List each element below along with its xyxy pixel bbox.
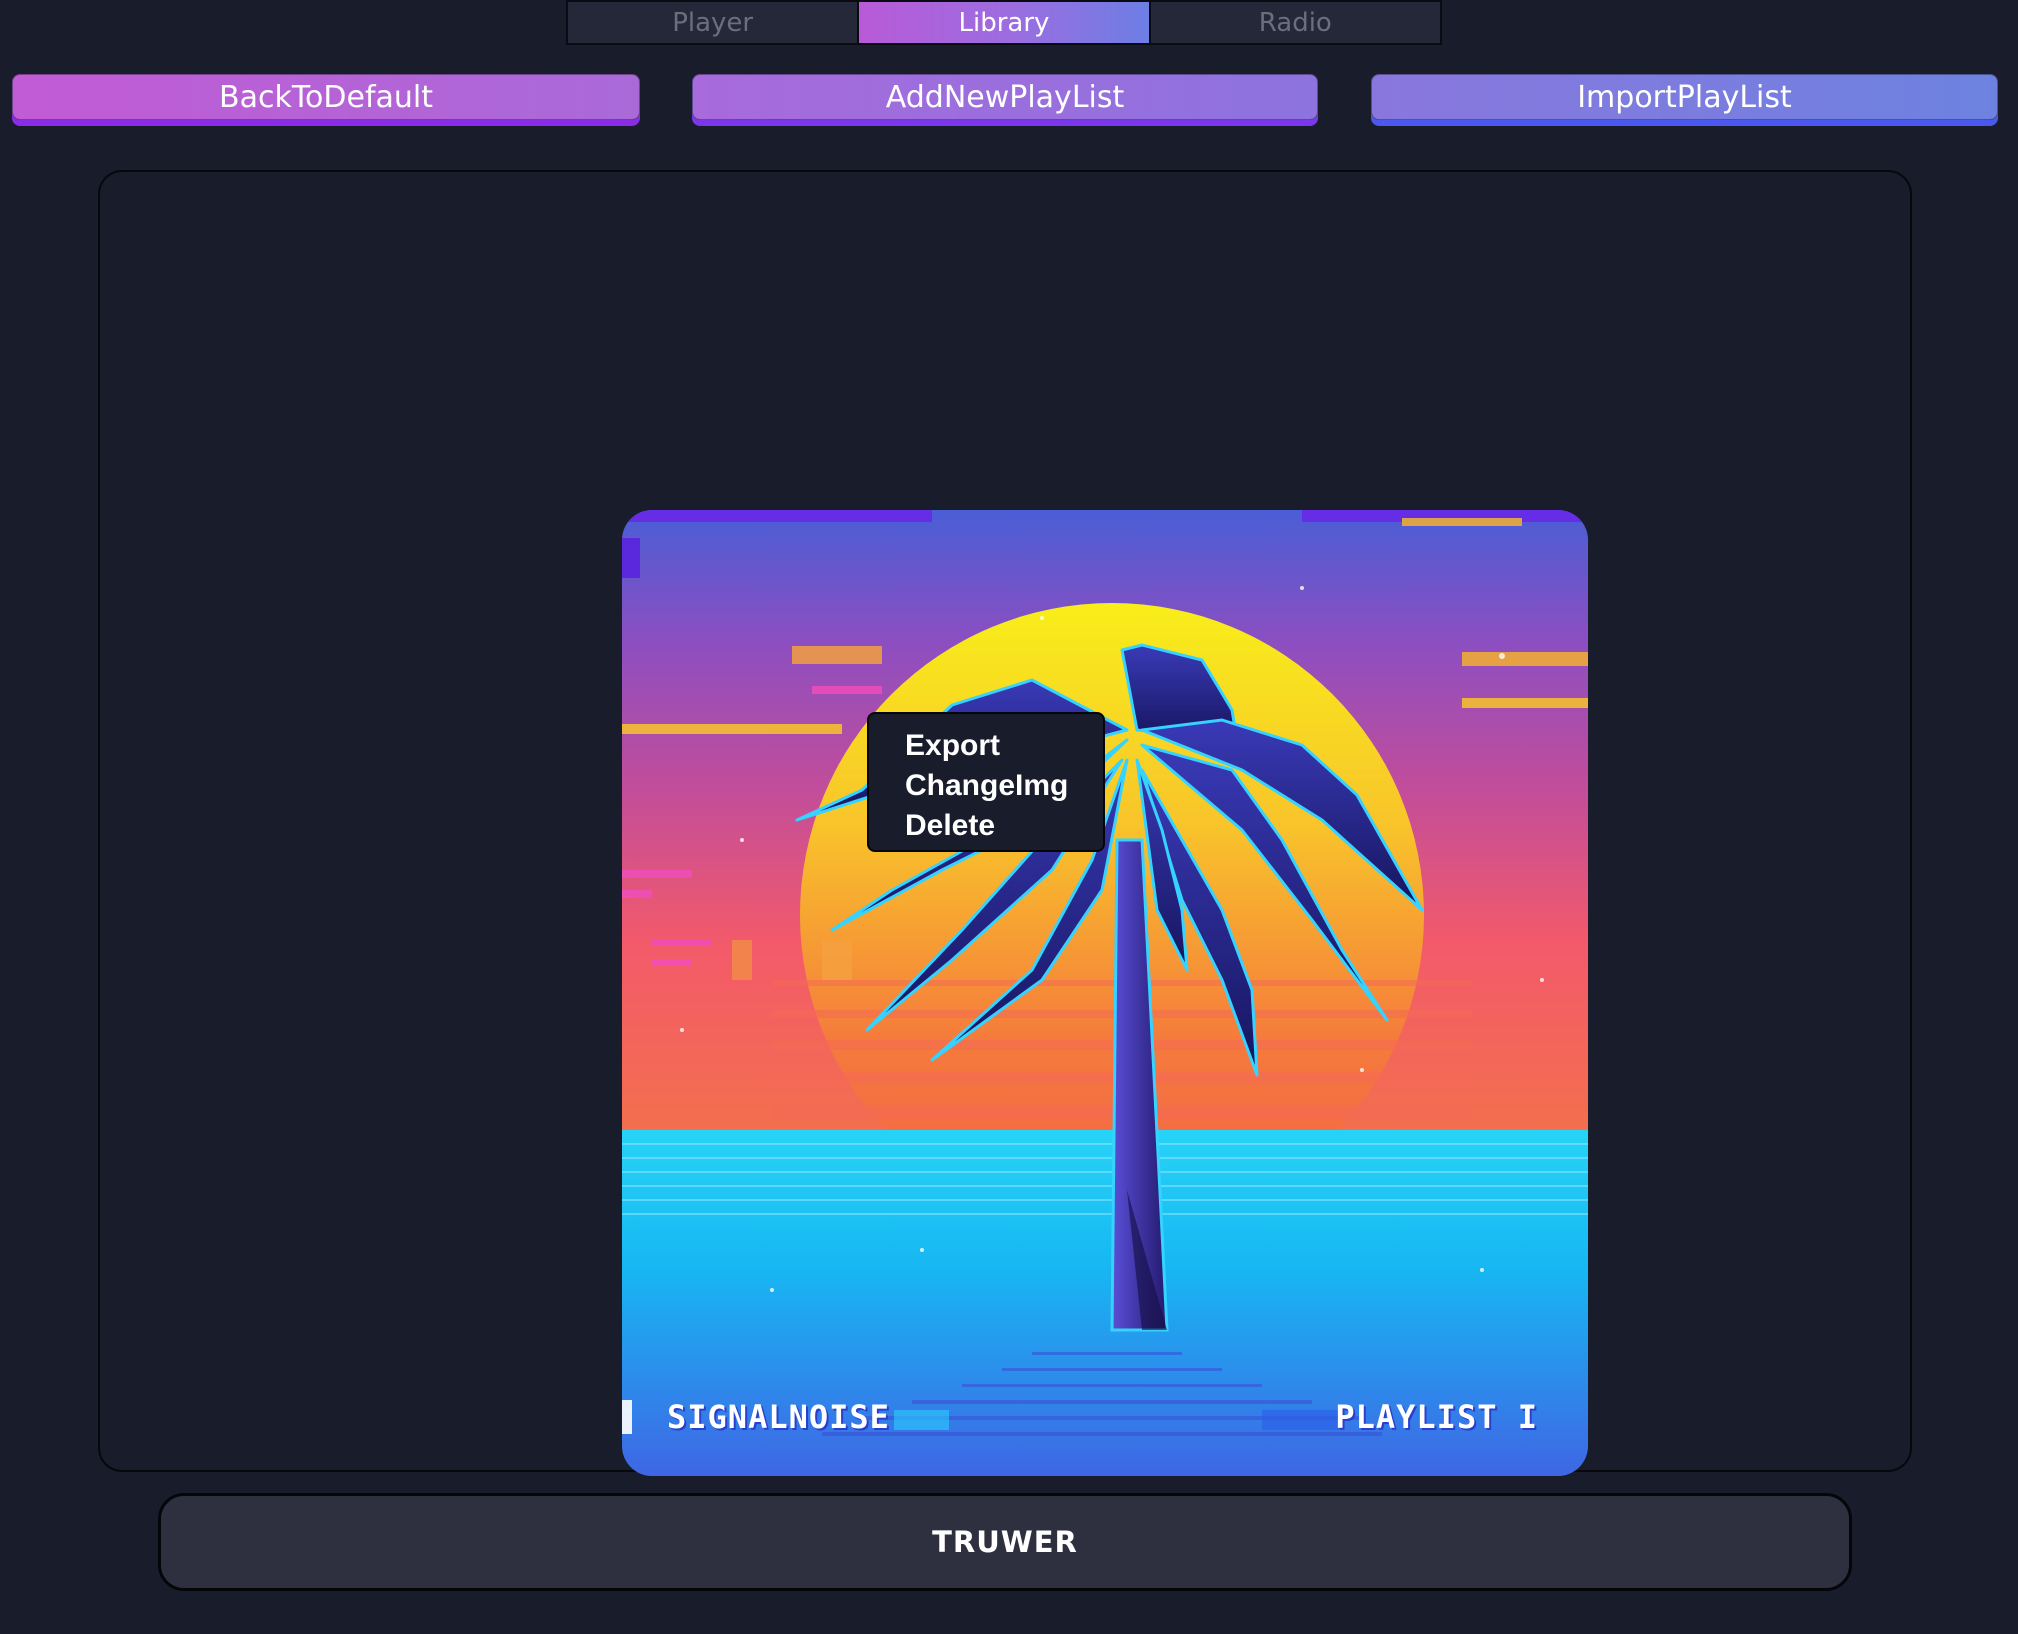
playlist-cover[interactable]: SIGNALNOISE PLAYLIST I [622, 510, 1588, 1476]
tab-library[interactable]: Library [859, 2, 1149, 43]
truwer-button[interactable]: TRUWER [158, 1493, 1852, 1591]
menu-item-delete[interactable]: Delete [905, 806, 1103, 846]
library-panel: SIGNALNOISE PLAYLIST I Export ChangeImg … [98, 170, 1912, 1476]
playlist-cover-art [622, 510, 1588, 1476]
add-new-playlist-button[interactable]: AddNewPlayList [692, 74, 1318, 120]
main-tabs: Player Library Radio [566, 0, 1442, 45]
cover-artist-text: SIGNALNOISE [667, 1398, 890, 1436]
menu-item-export[interactable]: Export [905, 726, 1103, 766]
playlist-context-menu: Export ChangeImg Delete [867, 712, 1105, 852]
back-to-default-button[interactable]: BackToDefault [12, 74, 640, 120]
tab-player[interactable]: Player [568, 2, 858, 43]
tab-radio[interactable]: Radio [1150, 2, 1440, 43]
cover-playlist-text: PLAYLIST I [1335, 1398, 1538, 1436]
menu-item-change-img[interactable]: ChangeImg [905, 766, 1103, 806]
import-playlist-button[interactable]: ImportPlayList [1371, 74, 1998, 120]
